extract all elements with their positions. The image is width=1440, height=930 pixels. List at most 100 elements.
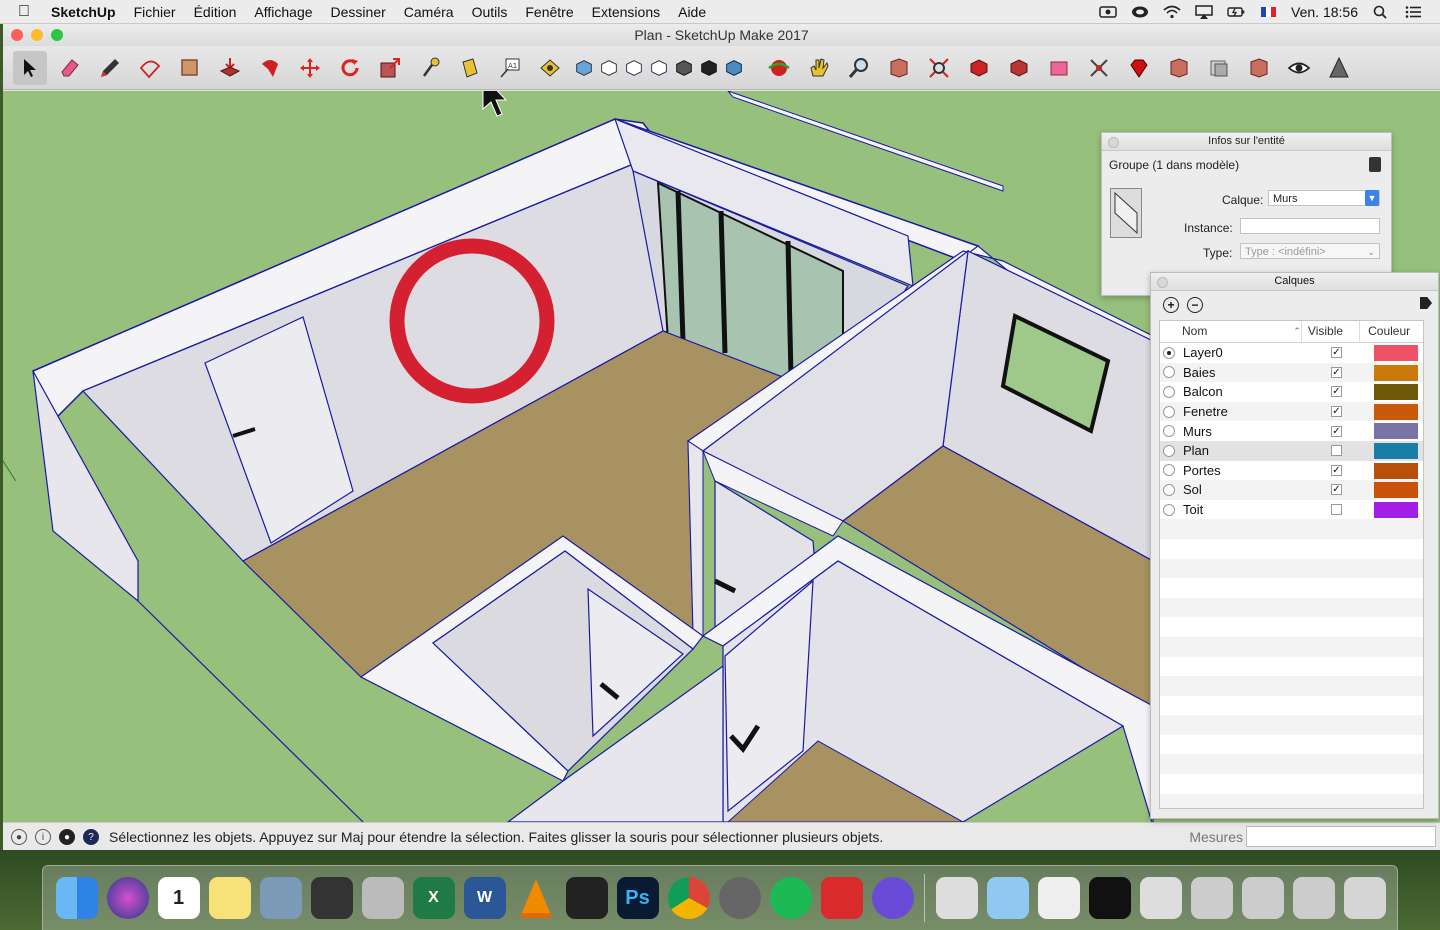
- wifi-icon[interactable]: [1163, 5, 1181, 19]
- instance-input[interactable]: [1240, 218, 1380, 234]
- layer-name[interactable]: Toit: [1183, 502, 1333, 517]
- select-tool-button[interactable]: [13, 50, 47, 85]
- shaded-view-button[interactable]: [723, 51, 745, 85]
- layer-color-swatch[interactable]: [1374, 482, 1418, 499]
- layer-color-swatch[interactable]: [1374, 364, 1418, 381]
- layer-color-swatch[interactable]: [1374, 501, 1418, 518]
- airplay-icon[interactable]: [1195, 4, 1213, 19]
- rotate-tool-button[interactable]: [333, 51, 367, 85]
- layer-visible-checkbox[interactable]: ✓: [1331, 347, 1342, 359]
- photoshop-dock-icon[interactable]: Ps: [616, 877, 659, 919]
- layer-visible-checkbox[interactable]: ✓: [1331, 366, 1342, 378]
- calendar-dock-icon[interactable]: 1: [157, 877, 200, 919]
- menu-fichier[interactable]: Fichier: [125, 4, 185, 20]
- trash-dock-icon[interactable]: [1343, 877, 1386, 919]
- menu-app-name[interactable]: SketchUp: [42, 4, 125, 20]
- menu-fenetre[interactable]: Fenêtre: [516, 4, 582, 20]
- active-layer-radio[interactable]: [1163, 425, 1175, 438]
- lock-icon[interactable]: [1369, 157, 1381, 172]
- layer-visible-checkbox[interactable]: ✓: [1331, 386, 1342, 398]
- rectangle-tool-button[interactable]: [173, 51, 207, 85]
- layer-visible-checkbox[interactable]: ✓: [1331, 484, 1342, 496]
- notification-center-icon[interactable]: [1404, 5, 1422, 19]
- active-layer-radio[interactable]: [1163, 464, 1175, 477]
- panel-close-button[interactable]: [1108, 137, 1119, 148]
- sketchup-dock-icon[interactable]: [820, 877, 863, 919]
- folder-dock-icon[interactable]: [986, 877, 1029, 919]
- follow-me-tool-button[interactable]: [253, 51, 287, 85]
- pan-tool-button[interactable]: [802, 51, 836, 85]
- layout-button[interactable]: [1162, 51, 1196, 85]
- xray-button[interactable]: [1282, 51, 1316, 85]
- orbit-tool-button[interactable]: [762, 51, 796, 85]
- window-thumbnail-dock-icon[interactable]: [1292, 877, 1335, 919]
- warehouse-button[interactable]: [962, 51, 996, 85]
- preview-dock-icon[interactable]: [259, 877, 302, 919]
- chevron-down-icon[interactable]: ▼: [1365, 190, 1379, 206]
- menu-extensions[interactable]: Extensions: [583, 4, 669, 20]
- menu-dessiner[interactable]: Dessiner: [322, 4, 395, 20]
- final-cut-dock-icon[interactable]: [310, 877, 353, 919]
- measures-input[interactable]: [1246, 826, 1436, 847]
- move-tool-button[interactable]: [293, 51, 327, 85]
- layer-name[interactable]: Layer0: [1183, 345, 1333, 360]
- menu-outils[interactable]: Outils: [463, 4, 517, 20]
- panel-close-button[interactable]: [1157, 277, 1168, 288]
- window-thumbnail-dock-icon[interactable]: [1037, 877, 1080, 919]
- battery-icon[interactable]: [1227, 5, 1245, 19]
- apple-menu-icon[interactable]: : [0, 3, 42, 21]
- layer-color-swatch[interactable]: [1374, 423, 1418, 440]
- layer-name[interactable]: Fenetre: [1183, 404, 1333, 419]
- layer-visible-checkbox[interactable]: ✓: [1331, 406, 1342, 418]
- ruby-console-button[interactable]: [1122, 51, 1156, 85]
- right-view-button[interactable]: [648, 51, 670, 85]
- vlc-dock-icon[interactable]: [515, 877, 557, 919]
- component-tool-button[interactable]: [533, 51, 567, 85]
- entity-info-titlebar[interactable]: Infos sur l'entité: [1102, 133, 1391, 151]
- shape-tool-button[interactable]: [133, 51, 167, 85]
- active-layer-radio[interactable]: [1163, 503, 1175, 516]
- utilities-dock-icon[interactable]: [361, 877, 404, 919]
- window-thumbnail-dock-icon[interactable]: [1139, 877, 1182, 919]
- layer-row[interactable]: Portes ✓: [1160, 461, 1423, 481]
- terminal-window-dock-icon[interactable]: [1088, 877, 1131, 919]
- geolocation-icon[interactable]: ●: [11, 829, 27, 845]
- layer-name[interactable]: Sol: [1183, 482, 1333, 497]
- close-window-button[interactable]: [11, 29, 23, 41]
- front-view-button[interactable]: [623, 51, 645, 85]
- layer-visible-checkbox[interactable]: ✓: [1331, 425, 1342, 437]
- tape-measure-tool-button[interactable]: [413, 51, 447, 85]
- sandbox-button[interactable]: [1322, 51, 1356, 85]
- column-header-name[interactable]: Nom ⌃: [1160, 321, 1301, 342]
- layer-visible-checkbox[interactable]: [1331, 504, 1342, 516]
- siri-dock-icon[interactable]: [106, 877, 149, 919]
- layer-color-swatch[interactable]: [1374, 403, 1418, 420]
- creative-cloud-icon[interactable]: [1131, 5, 1149, 19]
- layer-row[interactable]: Fenetre ✓: [1160, 401, 1423, 422]
- column-header-color[interactable]: Couleur: [1359, 321, 1423, 342]
- zoom-window-button[interactable]: [51, 29, 63, 41]
- brushes-folder-dock-icon[interactable]: [935, 877, 978, 919]
- details-arrow-icon[interactable]: [1420, 297, 1432, 309]
- left-view-button[interactable]: [698, 51, 720, 85]
- scale-tool-button[interactable]: [373, 51, 407, 85]
- active-layer-radio[interactable]: [1163, 405, 1175, 418]
- layer-name[interactable]: Plan: [1183, 443, 1333, 458]
- active-layer-radio[interactable]: [1163, 385, 1175, 398]
- pencil-tool-button[interactable]: [93, 51, 127, 85]
- finder-dock-icon[interactable]: [55, 877, 98, 919]
- styles-button[interactable]: [1242, 51, 1276, 85]
- active-layer-radio[interactable]: [1163, 366, 1175, 379]
- paint-bucket-tool-button[interactable]: [453, 51, 487, 85]
- active-layer-radio[interactable]: [1163, 483, 1175, 496]
- zoom-extents-button[interactable]: [922, 51, 956, 85]
- imovie-dock-icon[interactable]: [871, 877, 914, 919]
- spotlight-search-icon[interactable]: [1372, 5, 1390, 19]
- remove-layer-button[interactable]: −: [1187, 297, 1203, 313]
- menu-affichage[interactable]: Affichage: [245, 4, 321, 20]
- layer-color-swatch[interactable]: [1374, 384, 1418, 401]
- chrome-dock-icon[interactable]: [667, 877, 710, 919]
- layer-name[interactable]: Portes: [1183, 463, 1333, 478]
- top-view-button[interactable]: [598, 51, 620, 85]
- add-layer-button[interactable]: +: [1163, 297, 1179, 313]
